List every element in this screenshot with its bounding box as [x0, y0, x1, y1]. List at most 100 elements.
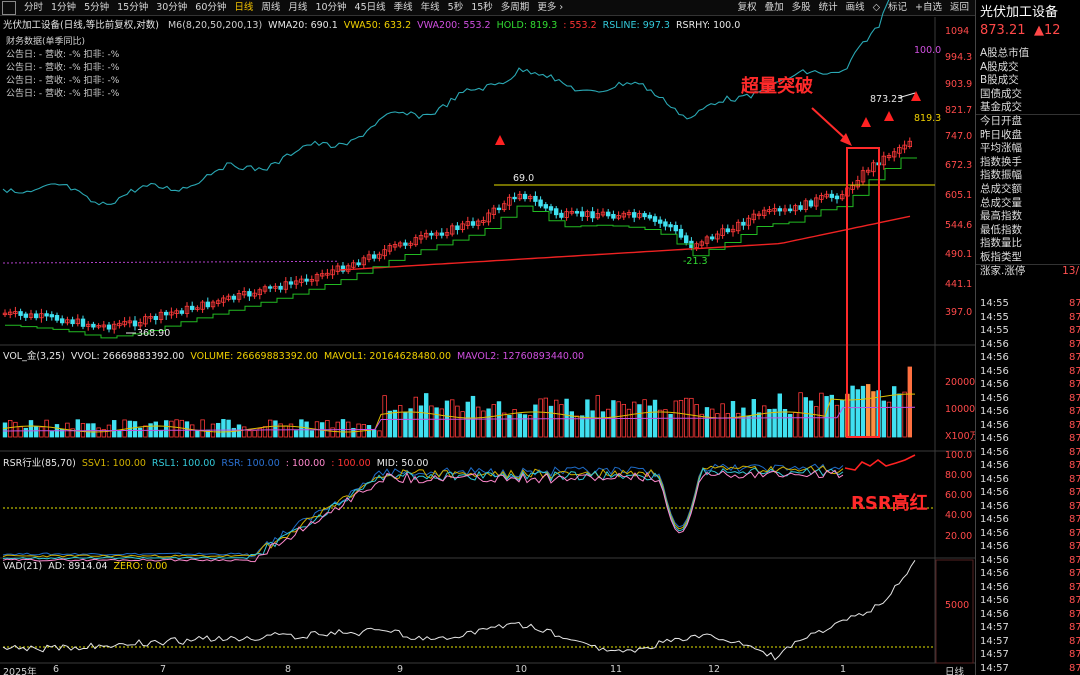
candle-body — [647, 214, 652, 219]
volume-bar — [470, 395, 476, 438]
volume-bar — [366, 425, 372, 438]
volume-bar — [189, 424, 195, 438]
tick-price: 87 — [1069, 392, 1080, 404]
volume-bar — [158, 430, 164, 438]
quote-field-row: A股总市值 — [976, 47, 1080, 61]
volume-bar — [491, 404, 496, 438]
candle-body — [522, 193, 528, 200]
candle-body — [304, 278, 309, 282]
volume-bar — [543, 397, 548, 438]
volume-bar — [772, 408, 777, 438]
candle-body — [554, 208, 559, 216]
rsr-indicator-labels: RSR行业(85,70) SSV1: 100.00 RSL1: 100.00 RSR:… — [3, 455, 434, 469]
tick-row: 14:56 87 — [976, 459, 1080, 473]
quote-field-row: 基金成交 — [976, 101, 1080, 115]
candle-body — [18, 311, 23, 316]
volume-bar — [756, 412, 762, 438]
tick-time: 14:57 — [980, 622, 1009, 633]
volume-bar — [397, 405, 403, 438]
volume-bar — [808, 400, 814, 438]
volume-bar — [595, 395, 600, 438]
volume-bar — [382, 395, 387, 438]
indicator-label: VVOL: 26669883392.00 — [70, 351, 185, 362]
candle-body — [548, 206, 554, 211]
tick-row: 14:55 87 — [976, 324, 1080, 338]
quote-field-label: 指数量比 — [980, 237, 1022, 250]
tick-time: 14:56 — [980, 473, 1009, 485]
quote-field-row: 今日开盘 — [976, 115, 1080, 129]
volume-bar — [403, 412, 408, 438]
axis-tick-label: 821.7 — [945, 105, 973, 116]
tick-time: 14:57 — [980, 649, 1009, 660]
volume-bar — [668, 413, 673, 438]
tick-price: 87 — [1069, 365, 1080, 377]
tick-price: 87 — [1069, 325, 1080, 336]
volume-bar — [559, 404, 564, 438]
breakout-annotation: 超量突破 — [741, 76, 813, 97]
quote-field-label: 总成交额 — [980, 182, 1022, 195]
volume-bar — [455, 405, 460, 438]
candle-body — [80, 318, 86, 327]
candle-body — [163, 311, 169, 316]
candle-body — [153, 315, 158, 320]
tick-price: 87 — [1069, 595, 1080, 606]
quote-field-row: 板指类型 — [976, 251, 1080, 265]
indicator-label: RSR: 100.00 — [221, 458, 280, 469]
candle-body — [777, 208, 782, 212]
axis-tick-label: 747.0 — [945, 131, 973, 142]
tick-row: 14:56 87 — [976, 554, 1080, 568]
axis-tick-label: 605.1 — [945, 190, 973, 201]
tick-time: 14:57 — [980, 635, 1009, 647]
volume-bar — [803, 397, 808, 438]
tick-time: 14:56 — [980, 392, 1009, 404]
volume-bar — [18, 426, 23, 438]
axis-tick-label: 20.00 — [945, 531, 973, 542]
month-label: 9 — [397, 664, 404, 675]
quote-field-label: 涨家.涨停 — [980, 264, 1026, 277]
candle-body — [470, 221, 476, 226]
volume-bar — [777, 393, 782, 438]
volume-bar — [600, 411, 606, 438]
axis-tick-label: 40.00 — [945, 510, 973, 521]
tick-time: 14:57 — [980, 662, 1009, 674]
candle-body — [663, 221, 668, 227]
quote-field-label: A股总市值 — [980, 47, 1030, 59]
indicator-label: MID: 50.00 — [376, 458, 429, 469]
candle-body — [288, 281, 294, 285]
candle-body — [371, 254, 377, 259]
candle-body — [574, 211, 580, 214]
indicator-label: AD: 8914.04 — [48, 561, 108, 572]
volume-bar — [694, 404, 699, 438]
volume-bar — [501, 412, 507, 438]
quote-field-row: 国债成交 — [976, 88, 1080, 102]
volume-bar — [377, 430, 382, 438]
candle-body — [798, 205, 803, 210]
volume-bar — [564, 398, 569, 438]
quote-field-label: 今日开盘 — [980, 114, 1022, 127]
candle-body — [652, 216, 658, 222]
indicator-label: : 100.00 — [331, 458, 371, 469]
tick-row: 14:57 87 — [976, 662, 1080, 675]
volume-bar — [117, 429, 122, 438]
volume-bar — [855, 389, 860, 438]
candle-body — [590, 211, 595, 219]
tick-row: 14:56 87 — [976, 351, 1080, 365]
vad-line — [2, 560, 916, 661]
tick-time: 14:56 — [980, 608, 1009, 620]
candle-body — [538, 199, 543, 207]
tick-price: 87 — [1069, 406, 1080, 417]
tick-time: 14:56 — [980, 568, 1009, 579]
volume-bar — [309, 430, 314, 438]
volume-bar — [704, 407, 710, 438]
candle-body — [91, 323, 96, 328]
volume-bar — [7, 419, 13, 438]
tick-time: 14:56 — [980, 581, 1009, 593]
volume-bar — [423, 393, 429, 438]
quote-field-label: 平均涨幅 — [980, 142, 1022, 155]
quote-field-label: 最低指数 — [980, 223, 1022, 236]
volume-bar — [387, 410, 392, 438]
volume-bar — [174, 419, 179, 438]
quote-field-row: 总成交量 — [976, 197, 1080, 211]
tick-price: 87 — [1069, 298, 1080, 309]
volume-bar — [247, 430, 252, 438]
